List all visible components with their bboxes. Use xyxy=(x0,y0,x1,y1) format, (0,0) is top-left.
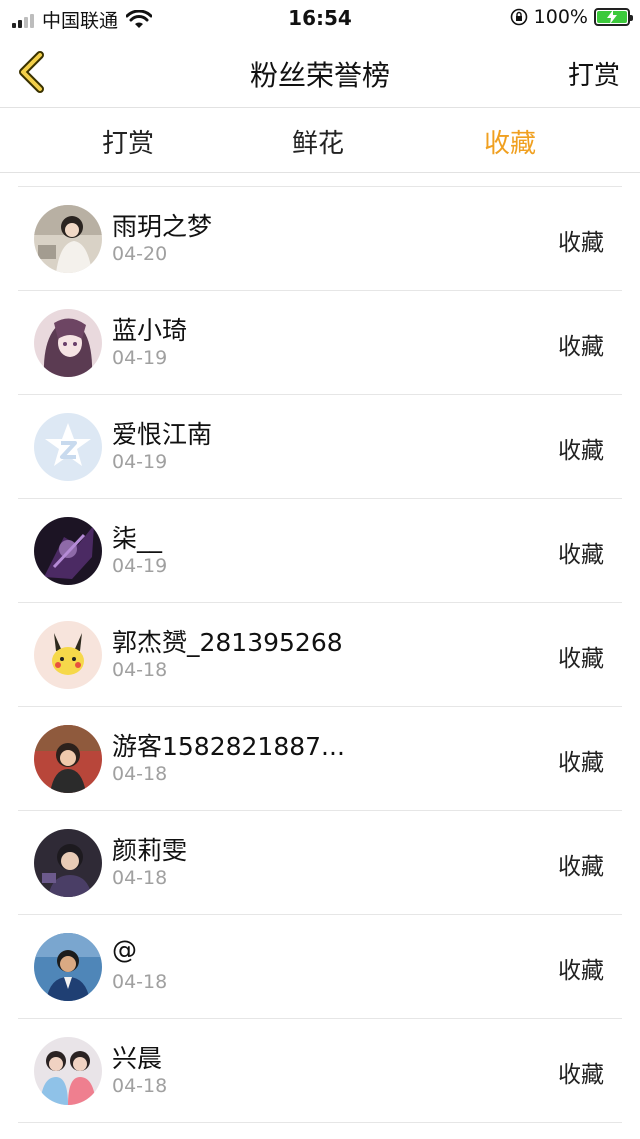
avatar xyxy=(34,933,102,1001)
list-item[interactable]: 雨玥之梦 04-20 收藏 xyxy=(18,187,622,291)
fan-date: 04-18 xyxy=(112,659,168,681)
list-item[interactable]: 蓝小琦 04-19 收藏 xyxy=(18,291,622,395)
avatar xyxy=(34,725,102,793)
fans-list: 雨玥之梦 04-20 收藏 蓝小琦 04-19 收藏 爱恨江南 04-19 收藏… xyxy=(18,186,622,1123)
fan-name: 爱恨江南 xyxy=(112,420,213,449)
fan-date: 04-19 xyxy=(112,451,168,473)
fan-date: 04-20 xyxy=(112,243,168,265)
fan-name: 柒__ xyxy=(112,524,163,553)
avatar xyxy=(34,413,102,481)
list-item[interactable]: 柒__ 04-19 收藏 xyxy=(18,499,622,603)
list-item[interactable]: 兴晨 04-18 收藏 xyxy=(18,1019,622,1123)
fan-name: 郭杰赟_281395268 xyxy=(112,628,343,657)
fan-date: 04-18 xyxy=(112,763,168,785)
fan-action: 收藏 xyxy=(558,438,604,464)
fan-name: 颜莉雯 xyxy=(112,836,188,865)
fan-name: 游客1582821887... xyxy=(112,732,345,761)
fan-name: 雨玥之梦 xyxy=(112,212,213,241)
list-item[interactable]: @ 04-18 收藏 xyxy=(18,915,622,1019)
list-item[interactable]: 郭杰赟_281395268 04-18 收藏 xyxy=(18,603,622,707)
avatar xyxy=(34,517,102,585)
battery-icon xyxy=(594,8,633,26)
fan-action: 收藏 xyxy=(558,750,604,776)
reward-button[interactable]: 打赏 xyxy=(568,55,620,92)
tab-reward[interactable]: 打赏 xyxy=(68,123,188,160)
list-item[interactable]: 游客1582821887... 04-18 收藏 xyxy=(18,707,622,811)
status-bar: 中国联通 16:54 100% xyxy=(0,0,640,36)
fan-action: 收藏 xyxy=(558,542,604,568)
nav-bar: 粉丝荣誉榜 打赏 xyxy=(0,36,640,108)
avatar xyxy=(34,309,102,377)
tab-favorites[interactable]: 收藏 xyxy=(450,123,570,160)
fan-date: 04-19 xyxy=(112,347,168,369)
fan-date: 04-18 xyxy=(112,1075,168,1097)
status-right: 100% xyxy=(510,6,633,28)
fan-date: 04-19 xyxy=(112,555,168,577)
battery-percent: 100% xyxy=(533,6,588,28)
page-title: 粉丝荣誉榜 xyxy=(249,59,390,92)
fan-action: 收藏 xyxy=(558,1062,604,1088)
avatar xyxy=(34,205,102,273)
fan-action: 收藏 xyxy=(558,646,604,672)
rotation-lock-icon xyxy=(510,8,527,26)
fan-date: 04-18 xyxy=(112,971,168,993)
avatar xyxy=(34,621,102,689)
tab-bar: 打赏 鲜花 收藏 xyxy=(0,109,640,173)
fan-action: 收藏 xyxy=(558,230,604,256)
fan-name: 蓝小琦 xyxy=(112,316,188,345)
fan-name: 兴晨 xyxy=(112,1044,163,1073)
fan-action: 收藏 xyxy=(558,334,604,360)
list-item[interactable]: 颜莉雯 04-18 收藏 xyxy=(18,811,622,915)
fan-date: 04-18 xyxy=(112,867,168,889)
fan-action: 收藏 xyxy=(558,854,604,880)
fan-action: 收藏 xyxy=(558,958,604,984)
avatar xyxy=(34,1037,102,1105)
list-item[interactable]: 爱恨江南 04-19 收藏 xyxy=(18,395,622,499)
fan-name: @ xyxy=(112,935,137,964)
avatar xyxy=(34,829,102,897)
tab-flowers[interactable]: 鲜花 xyxy=(258,123,378,160)
